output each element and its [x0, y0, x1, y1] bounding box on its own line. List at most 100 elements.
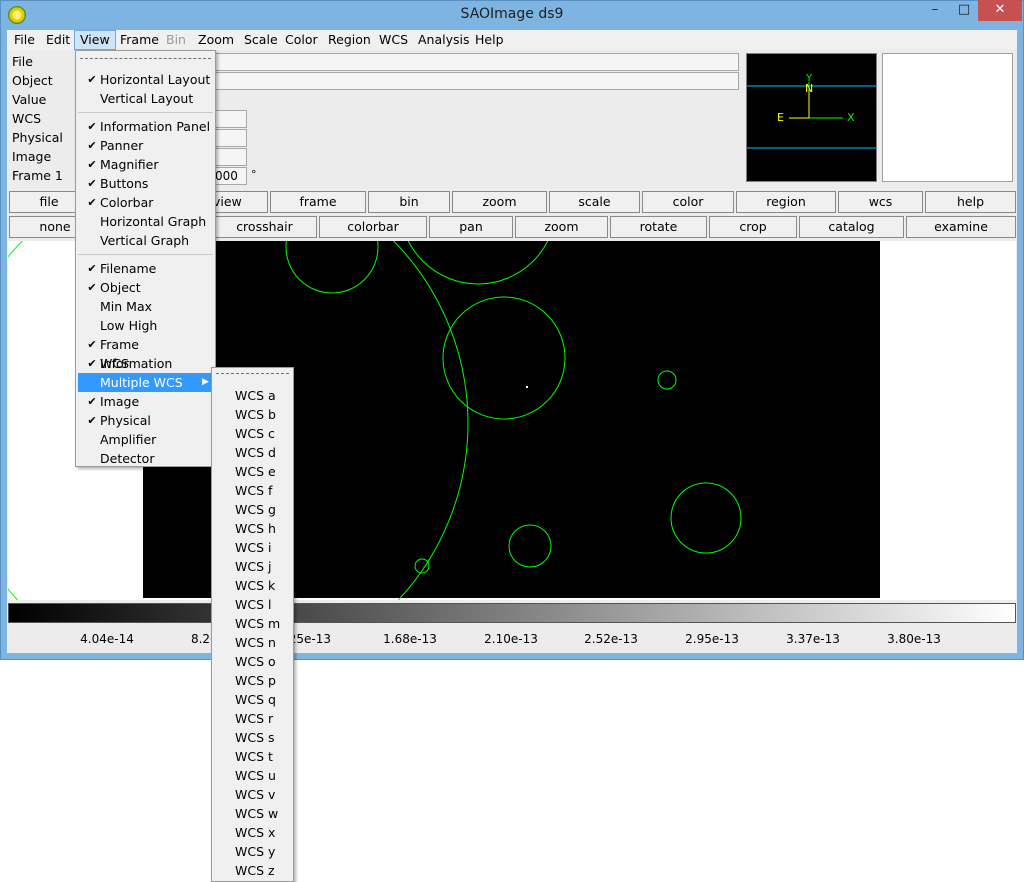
view-menu-item-label: Buttons: [100, 176, 149, 191]
menu-help[interactable]: Help: [470, 30, 509, 50]
colorbar-tick: 2.95e-13: [685, 632, 739, 646]
menu-frame[interactable]: Frame: [115, 30, 164, 50]
wcs-submenu-item[interactable]: WCS a: [214, 386, 291, 405]
view-menu-item[interactable]: ✔ Object: [78, 278, 213, 297]
btnbar-help[interactable]: help: [925, 191, 1016, 213]
wcs-submenu-item[interactable]: WCS l: [214, 595, 291, 614]
view-menu-item[interactable]: Multiple WCS ▶: [78, 373, 213, 392]
colorbar[interactable]: [8, 603, 1016, 623]
wcs-submenu-item[interactable]: WCS n: [214, 633, 291, 652]
view-menu-item[interactable]: ✔ Panner: [78, 136, 213, 155]
wcs-submenu-item[interactable]: WCS x: [214, 823, 291, 842]
wcs-submenu-item[interactable]: WCS c: [214, 424, 291, 443]
view-menu-item[interactable]: ✔ WCS: [78, 354, 213, 373]
wcs-submenu-item[interactable]: WCS b: [214, 405, 291, 424]
menu-color[interactable]: Color: [280, 30, 323, 50]
wcs-submenu-tearoff[interactable]: [216, 373, 289, 374]
wcs-submenu-item[interactable]: WCS o: [214, 652, 291, 671]
view-menu-item[interactable]: Min Max: [78, 297, 213, 316]
wcs-submenu-item[interactable]: WCS r: [214, 709, 291, 728]
wcs-submenu-item[interactable]: WCS j: [214, 557, 291, 576]
wcs-submenu-item-label: WCS p: [235, 673, 276, 688]
menu-bin[interactable]: Bin: [161, 30, 191, 50]
menu-zoom[interactable]: Zoom: [193, 30, 239, 50]
btnbar-mode-rotate[interactable]: rotate: [610, 216, 707, 238]
btnbar-mode-colorbar[interactable]: colorbar: [319, 216, 427, 238]
btnbar-mode-crop[interactable]: crop: [709, 216, 797, 238]
view-menu-item[interactable]: ✔ Information Panel: [78, 117, 213, 136]
view-menu-item[interactable]: ✔ Colorbar: [78, 193, 213, 212]
wcs-submenu-item[interactable]: WCS q: [214, 690, 291, 709]
btnbar-mode-catalog[interactable]: catalog: [799, 216, 904, 238]
menu-file[interactable]: File: [9, 30, 40, 50]
wcs-submenu-item-label: WCS t: [235, 749, 273, 764]
wcs-submenu-item[interactable]: WCS t: [214, 747, 291, 766]
btnbar-mode-examine[interactable]: examine: [906, 216, 1016, 238]
menu-analysis[interactable]: Analysis: [413, 30, 475, 50]
wcs-submenu-item[interactable]: WCS z: [214, 861, 291, 880]
wcs-submenu-item[interactable]: WCS p: [214, 671, 291, 690]
view-menu-item-label: Image: [100, 394, 140, 409]
wcs-submenu-item[interactable]: WCS v: [214, 785, 291, 804]
check-icon: ✔: [87, 281, 97, 294]
view-menu-item[interactable]: Vertical Layout: [78, 89, 213, 108]
btnbar-view[interactable]: view: [212, 191, 268, 213]
view-menu-item[interactable]: ✔ Filename: [78, 259, 213, 278]
view-menu-item[interactable]: ✔ Image: [78, 392, 213, 411]
wcs-submenu-item[interactable]: WCS i: [214, 538, 291, 557]
view-menu-item-label: Vertical Layout: [100, 91, 194, 106]
view-menu-item[interactable]: ✔ Magnifier: [78, 155, 213, 174]
wcs-submenu-item[interactable]: WCS s: [214, 728, 291, 747]
wcs-submenu-item[interactable]: WCS e: [214, 462, 291, 481]
wcs-submenu-item-label: WCS b: [235, 407, 276, 422]
wcs-submenu-item[interactable]: WCS d: [214, 443, 291, 462]
view-menu-item-label: Vertical Graph: [100, 233, 190, 248]
title-bar[interactable]: SAOImage ds9: [0, 0, 1024, 30]
btnbar-color[interactable]: color: [642, 191, 734, 213]
maximize-button[interactable]: □: [950, 0, 978, 21]
btnbar-mode-pan[interactable]: pan: [429, 216, 513, 238]
btnbar-mode-crosshair[interactable]: crosshair: [212, 216, 317, 238]
view-menu-item[interactable]: ✔ Buttons: [78, 174, 213, 193]
wcs-submenu-item[interactable]: WCS w: [214, 804, 291, 823]
view-menu: ✔ Horizontal Layout Vertical Layout ✔ Inform…: [75, 50, 216, 467]
wcs-submenu-item[interactable]: WCS m: [214, 614, 291, 633]
view-menu-item[interactable]: Vertical Graph: [78, 231, 213, 250]
wcs-submenu-item[interactable]: WCS g: [214, 500, 291, 519]
btnbar-bin[interactable]: bin: [368, 191, 450, 213]
wcs-submenu-item[interactable]: WCS u: [214, 766, 291, 785]
minimize-button[interactable]: –: [920, 0, 950, 21]
view-menu-tearoff[interactable]: [80, 58, 211, 59]
wcs-submenu-item[interactable]: WCS f: [214, 481, 291, 500]
view-menu-item[interactable]: Low High: [78, 316, 213, 335]
menu-scale[interactable]: Scale: [239, 30, 283, 50]
view-menu-item[interactable]: Detector: [78, 449, 213, 468]
info-label-object: Object: [12, 73, 53, 88]
view-menu-item[interactable]: ✔ Horizontal Layout: [78, 70, 213, 89]
btnbar-mode-zoom[interactable]: zoom: [515, 216, 608, 238]
menu-edit[interactable]: Edit: [41, 30, 75, 50]
close-button[interactable]: ✕: [978, 0, 1022, 21]
menu-view[interactable]: View: [74, 30, 116, 50]
wcs-submenu-item[interactable]: WCS k: [214, 576, 291, 595]
wcs-submenu-item[interactable]: WCS h: [214, 519, 291, 538]
object-field[interactable]: [210, 72, 739, 90]
view-menu-item-label: Low High: [100, 318, 158, 333]
menu-wcs[interactable]: WCS: [374, 30, 413, 50]
view-menu-item-label: Object: [100, 280, 141, 295]
file-field[interactable]: [210, 53, 739, 71]
view-menu-item[interactable]: ✔ Frame Information: [78, 335, 213, 371]
menu-region[interactable]: Region: [323, 30, 376, 50]
btnbar-wcs[interactable]: wcs: [838, 191, 923, 213]
view-menu-item[interactable]: ✔ Physical: [78, 411, 213, 430]
colorbar-tick: 3.80e-13: [887, 632, 941, 646]
view-menu-item[interactable]: Horizontal Graph: [78, 212, 213, 231]
wcs-submenu-item[interactable]: WCS y: [214, 842, 291, 861]
panner[interactable]: X Y N E: [746, 53, 877, 182]
btnbar-frame[interactable]: frame: [270, 191, 366, 213]
btnbar-region[interactable]: region: [736, 191, 836, 213]
view-menu-item[interactable]: Amplifier: [78, 430, 213, 449]
btnbar-scale[interactable]: scale: [549, 191, 640, 213]
btnbar-zoom[interactable]: zoom: [452, 191, 547, 213]
check-icon: ✔: [87, 338, 97, 351]
